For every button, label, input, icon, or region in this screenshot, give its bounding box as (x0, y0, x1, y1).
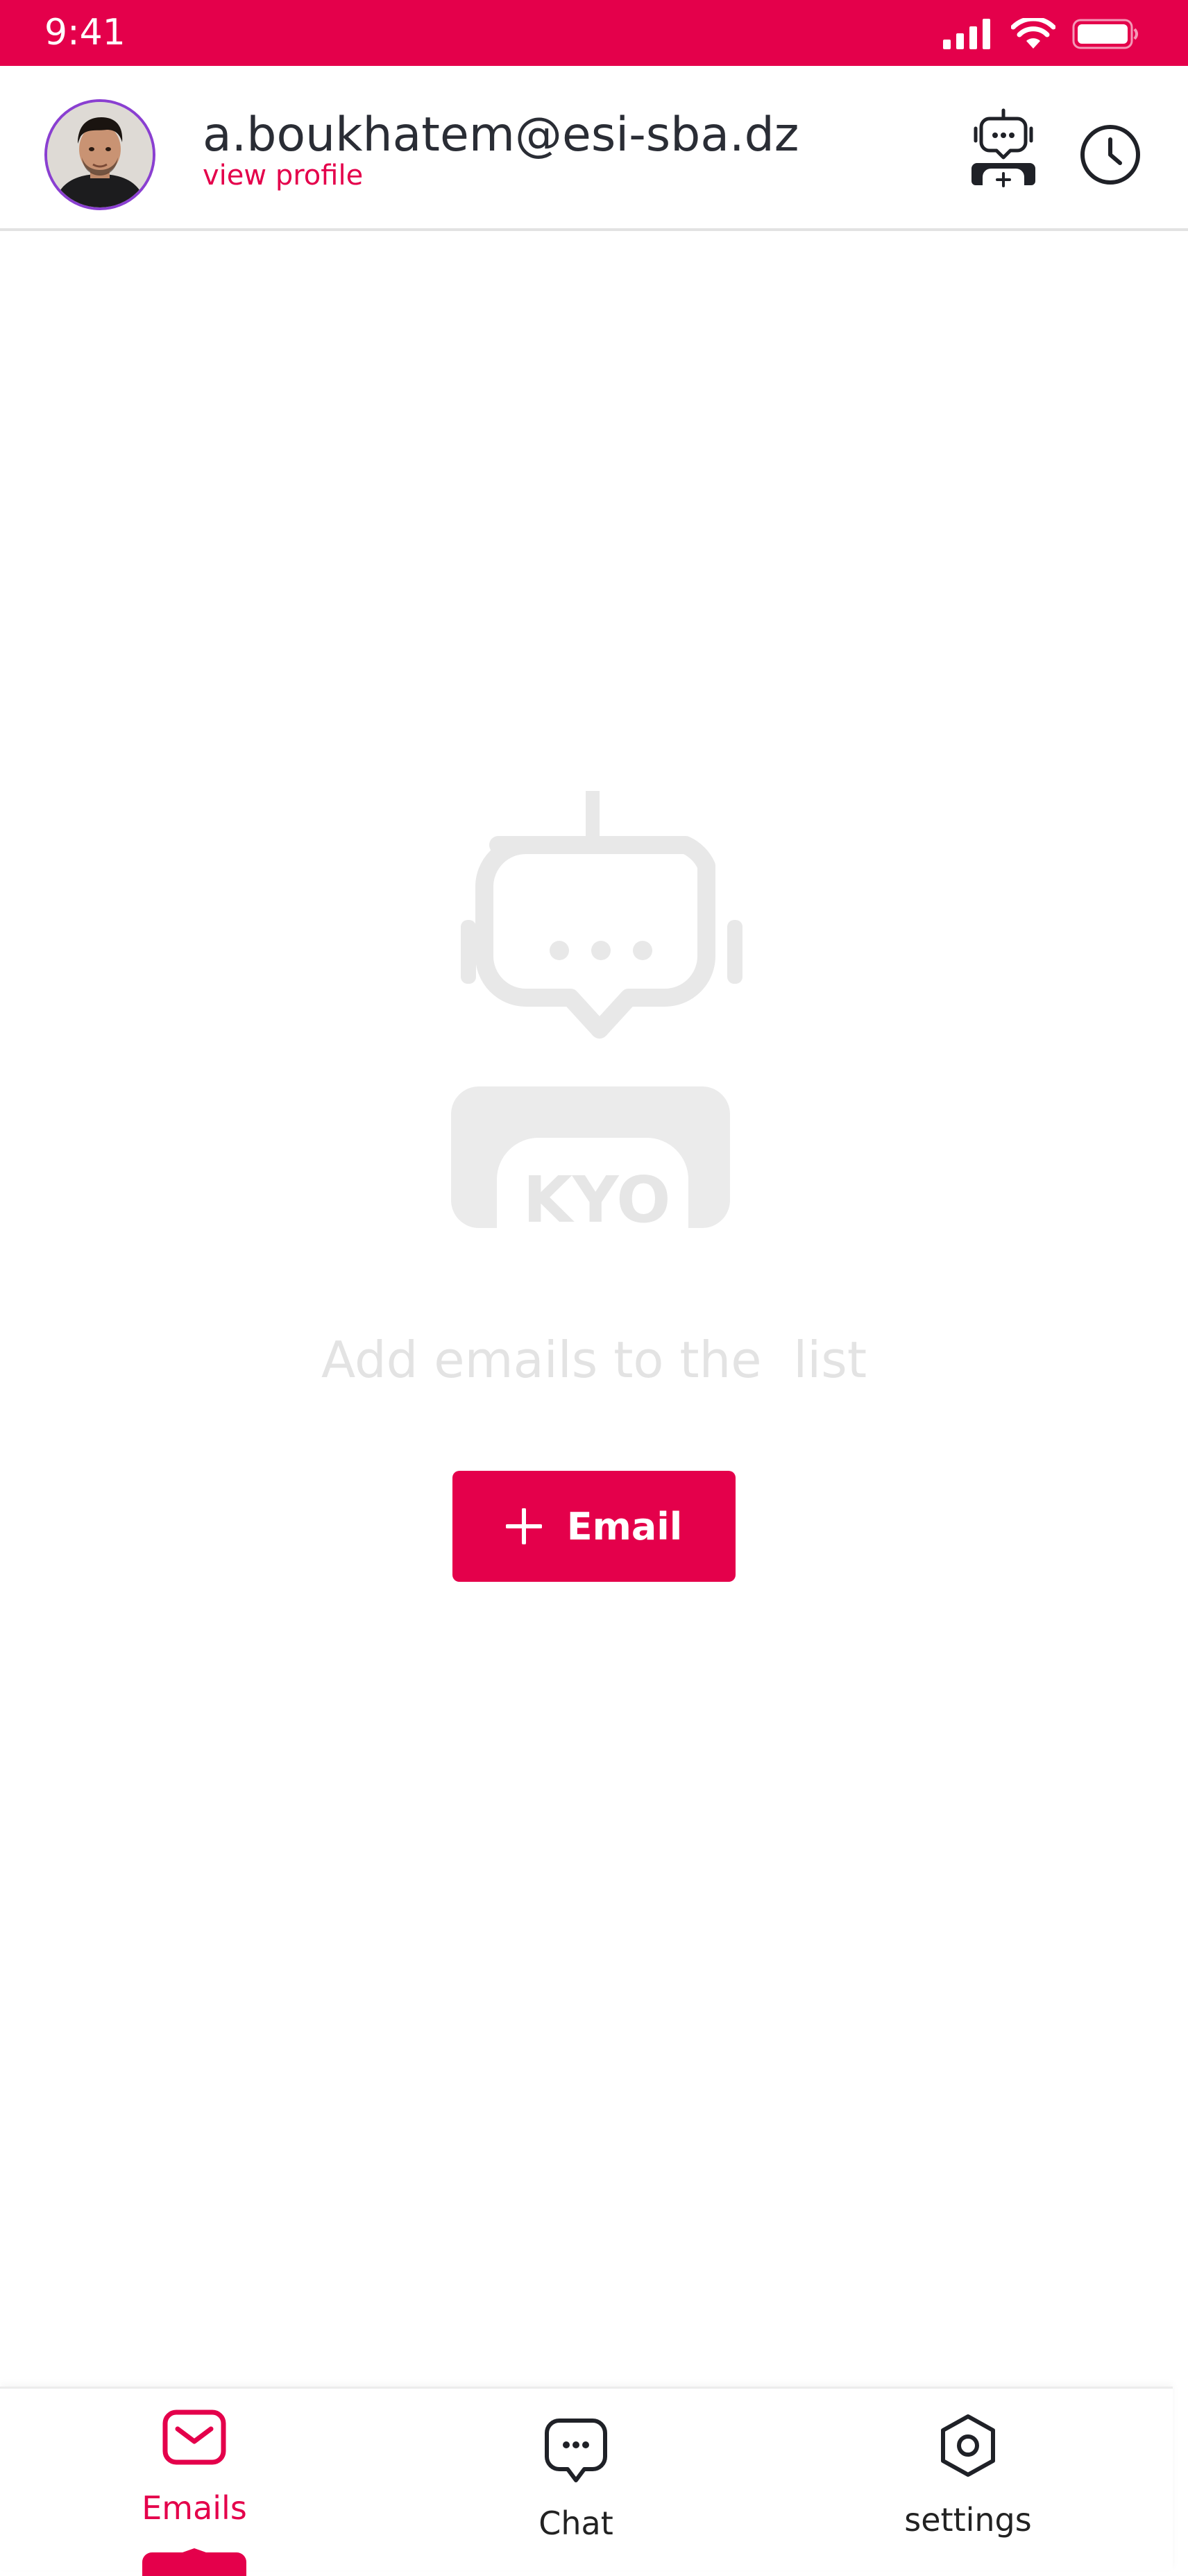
nav-label-emails: Emails (142, 2489, 247, 2527)
mail-icon (162, 2409, 226, 2465)
plus-icon (505, 1508, 542, 1544)
illustration-label: KYO (523, 1163, 671, 1237)
add-email-label: Email (566, 1504, 683, 1549)
nav-label-chat: Chat (538, 2505, 613, 2542)
status-bar: 9:41 (0, 0, 1188, 66)
robot-add-icon (971, 108, 1035, 187)
status-icons (942, 17, 1140, 51)
chat-icon (545, 2419, 607, 2482)
active-tab-indicator (142, 2548, 246, 2576)
settings-icon (941, 2414, 995, 2477)
nav-label-settings: settings (904, 2501, 1032, 2539)
wifi-icon (1011, 18, 1055, 49)
nav-item-emails[interactable]: Emails (97, 2389, 291, 2576)
clock-icon (1080, 125, 1140, 185)
empty-state-illustration: KYO (437, 784, 756, 1242)
nav-item-chat[interactable]: Chat (479, 2389, 673, 2572)
add-email-button[interactable]: Email (452, 1471, 736, 1582)
status-time: 9:41 (44, 12, 126, 53)
user-email: a.boukhatem@esi-sba.dz (203, 108, 799, 162)
bottom-nav: Emails Chat settings (0, 2387, 1173, 2576)
battery-icon (1072, 19, 1138, 49)
empty-state-message: Add emails to the list (321, 1331, 867, 1389)
nav-item-settings[interactable]: settings (867, 2389, 1069, 2572)
view-profile-link[interactable]: view profile (203, 158, 363, 193)
signal-icon (943, 19, 990, 49)
avatar[interactable] (44, 99, 155, 210)
history-button[interactable] (1077, 121, 1144, 188)
avatar-image (47, 102, 153, 207)
app-header: a.boukhatem@esi-sba.dz view profile (0, 66, 1188, 231)
add-bot-button[interactable] (969, 108, 1038, 191)
